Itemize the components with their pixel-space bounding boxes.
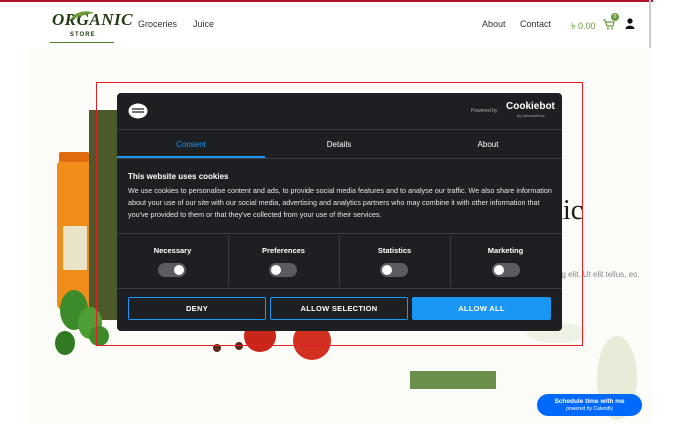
- allow-selection-button[interactable]: ALLOW SELECTION: [270, 297, 408, 320]
- cookiebot-logo-icon: [128, 103, 148, 119]
- category-separator: [450, 235, 451, 287]
- toggle-knob: [174, 265, 184, 275]
- category-separator: [339, 235, 340, 287]
- nav-link-groceries[interactable]: Groceries: [138, 19, 177, 29]
- tab-about[interactable]: About: [414, 140, 562, 149]
- toggle-marketing[interactable]: [492, 263, 520, 277]
- user-icon[interactable]: [625, 18, 635, 29]
- category-label-statistics: Statistics: [377, 246, 412, 255]
- cart-total[interactable]: ৳ 0.00: [571, 19, 596, 34]
- category-label-preferences: Preferences: [262, 246, 305, 255]
- leaf-icon: [70, 11, 94, 20]
- cart-total-value: 0.00: [577, 21, 596, 31]
- toggle-statistics[interactable]: [380, 263, 408, 277]
- toggle-preferences[interactable]: [269, 263, 297, 277]
- categories-divider: [117, 233, 562, 234]
- hero-cta-button[interactable]: [410, 371, 496, 389]
- tabs-divider: [117, 158, 562, 159]
- powered-by-label: Powered by: [471, 108, 498, 114]
- tab-consent[interactable]: Consent: [117, 140, 265, 149]
- toggle-necessary[interactable]: [158, 263, 186, 277]
- toggle-knob: [382, 265, 392, 275]
- category-label-necessary: Necessary: [153, 246, 192, 255]
- cookiebot-wordmark[interactable]: Cookiebot: [506, 101, 555, 112]
- allow-all-button[interactable]: ALLOW ALL: [412, 297, 551, 320]
- deny-button[interactable]: DENY: [128, 297, 266, 320]
- logo-subtitle: STORE: [70, 32, 96, 38]
- page-scrollbar[interactable]: [653, 0, 680, 423]
- toggle-knob: [494, 265, 504, 275]
- dialog-divider: [117, 129, 562, 130]
- dialog-heading: This website uses cookies: [128, 172, 229, 181]
- site-logo[interactable]: ORGANIC STORE: [48, 8, 132, 43]
- calendly-badge-button[interactable]: Schedule time with me powered by Calendl…: [537, 394, 642, 416]
- calendly-title: Schedule time with me: [554, 398, 625, 405]
- logo-underline: [50, 42, 114, 43]
- toggle-knob: [271, 265, 281, 275]
- cookie-consent-dialog: Powered by Cookiebot by Usercentrics Con…: [117, 93, 562, 331]
- nav-link-juice[interactable]: Juice: [193, 19, 214, 29]
- cart-count-badge: 0: [611, 13, 619, 21]
- calendly-subtitle: powered by Calendly: [566, 406, 613, 412]
- site-header: ORGANIC STORE Groceries Juice About Cont…: [0, 2, 652, 48]
- buttons-divider: [117, 288, 562, 289]
- cookiebot-subtitle: by Usercentrics: [517, 113, 545, 118]
- nav-link-about[interactable]: About: [482, 19, 506, 29]
- category-label-marketing: Marketing: [487, 246, 524, 255]
- dialog-body: We use cookies to personalise content an…: [128, 186, 552, 220]
- category-separator: [228, 235, 229, 287]
- nav-link-contact[interactable]: Contact: [520, 19, 551, 29]
- tab-details[interactable]: Details: [265, 140, 413, 149]
